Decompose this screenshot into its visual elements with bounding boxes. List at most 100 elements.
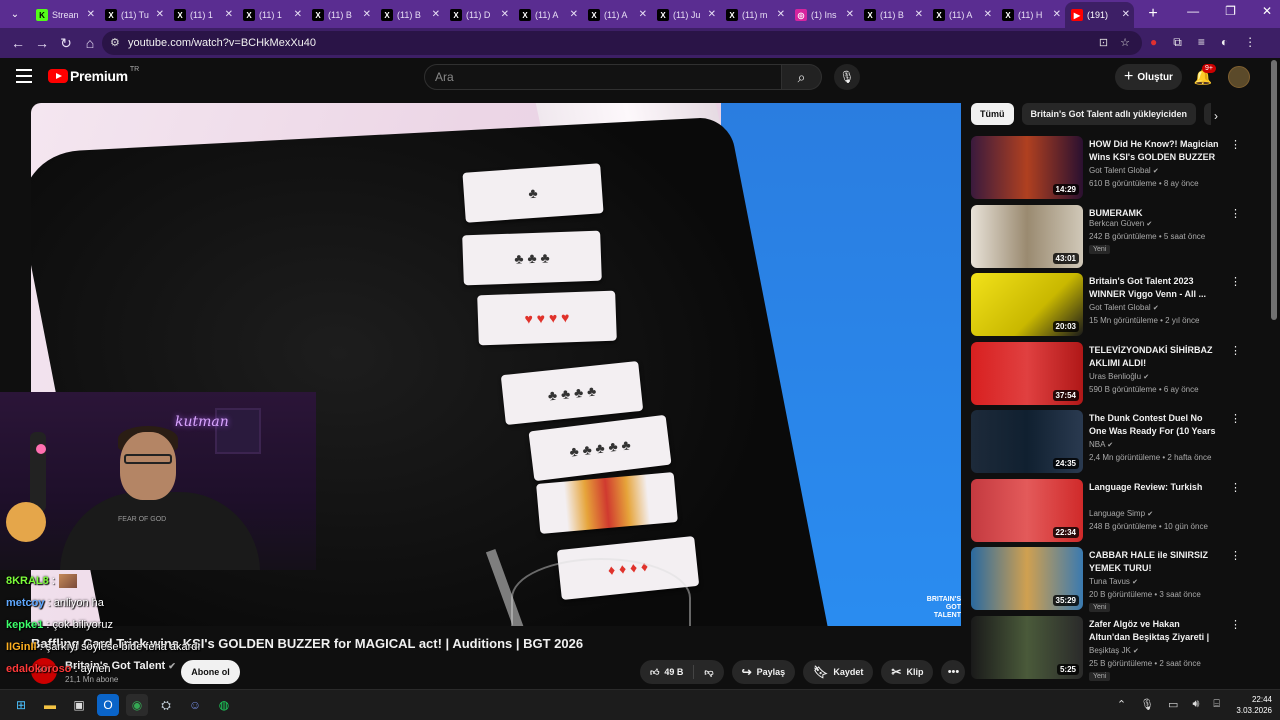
save-button[interactable]: 🔖︎ Kaydet (803, 660, 874, 684)
store-icon[interactable]: ▣ (68, 694, 90, 716)
browser-tab[interactable]: X (11) B ✕ (858, 2, 927, 28)
video-thumbnail[interactable]: 20:03 (971, 273, 1083, 336)
recommended-video-title[interactable]: The Dunk Contest Duel No One Was Ready F… (1089, 412, 1221, 438)
browser-tab[interactable]: X (11) A ✕ (513, 2, 582, 28)
tab-close-icon[interactable]: ✕ (156, 9, 164, 20)
recommended-video-title[interactable]: HOW Did He Know?! Magician Wins KSI's GO… (1089, 138, 1221, 164)
browser-tab[interactable]: X (11) m ✕ (720, 2, 789, 28)
chrome-icon[interactable]: ◉ (126, 694, 148, 716)
windows-start-icon[interactable]: ⊞ (10, 694, 32, 716)
taskbar-clock[interactable]: 22:44 3.03.2026 (1236, 694, 1272, 716)
browser-tab[interactable]: X (11) 1 ✕ (237, 2, 306, 28)
chat-username[interactable]: metcoy (6, 597, 45, 609)
tab-close-icon[interactable]: ✕ (294, 9, 302, 20)
recommended-video-title[interactable]: Language Review: Turkish (1089, 481, 1221, 494)
video-thumbnail[interactable]: 43:01 (971, 204, 1083, 268)
tab-close-icon[interactable]: ✕ (708, 9, 716, 20)
recommended-channel[interactable]: Beşiktaş JK ✔ (1089, 646, 1139, 655)
search-button[interactable]: ⌕ (782, 64, 822, 90)
recommended-video-title[interactable]: Zafer Algöz ve Hakan Altun'dan Beşiktaş … (1089, 618, 1221, 644)
video-thumbnail[interactable]: 14:29 (971, 136, 1083, 199)
recommended-video-title[interactable]: Britain's Got Talent 2023 WINNER Viggo V… (1089, 275, 1221, 301)
filter-chip[interactable]: Tümü (971, 103, 1014, 125)
like-button[interactable]: 👍︎ 49 B (640, 660, 693, 684)
browser-tab[interactable]: ◎ (1) Ins ✕ (789, 2, 858, 28)
tab-close-icon[interactable]: ✕ (501, 9, 509, 20)
recommended-channel[interactable]: Berkcan Güven ✔ (1089, 219, 1152, 228)
menu-icon[interactable] (16, 69, 32, 83)
recommended-channel[interactable]: NBA ✔ (1089, 440, 1113, 449)
reading-list-icon[interactable]: ≡ (1198, 35, 1205, 50)
video-thumbnail[interactable]: 35:29 (971, 547, 1083, 610)
recommended-channel[interactable]: Got Talent Global ✔ (1089, 166, 1159, 175)
tray-chevron-icon[interactable]: ⌃ (1117, 698, 1126, 711)
tab-close-icon[interactable]: ✕ (1122, 9, 1130, 20)
filter-chip[interactable]: İlgili (1204, 103, 1211, 125)
more-vertical-icon[interactable]: ⋮ (1230, 618, 1241, 631)
recommended-channel[interactable]: Uras Benlioğlu ✔ (1089, 372, 1149, 381)
browser-tab[interactable]: X (11) B ✕ (306, 2, 375, 28)
recommended-video[interactable]: 37:54 TELEVİZYONDAKİ SİHİRBAZ AKLIMI ALDI… (971, 341, 1246, 411)
browser-tab[interactable]: K Strean ✕ (30, 2, 99, 28)
recommended-video[interactable]: 24:35 The Dunk Contest Duel No One Was Re… (971, 410, 1246, 479)
clip-button[interactable]: ✂ Klip (881, 660, 934, 684)
close-window-icon[interactable]: ✕ (1262, 4, 1272, 18)
account-avatar[interactable] (1228, 66, 1250, 88)
video-thumbnail[interactable]: 37:54 (971, 341, 1083, 405)
chat-username[interactable]: 8KRAL8 (6, 575, 49, 587)
tab-close-icon[interactable]: ✕ (777, 9, 785, 20)
reload-icon[interactable]: ↻ (54, 31, 78, 55)
more-vertical-icon[interactable]: ⋮ (1230, 549, 1241, 562)
browser-tab[interactable]: X (11) A ✕ (927, 2, 996, 28)
browser-menu-icon[interactable]: ⋮ (1244, 35, 1256, 50)
recommended-channel[interactable]: Language Simp ✔ (1089, 509, 1153, 518)
site-settings-icon[interactable]: ⚙ (110, 36, 120, 49)
browser-tab[interactable]: X (11) A ✕ (582, 2, 651, 28)
more-vertical-icon[interactable]: ⋮ (1230, 344, 1241, 357)
browser-tab[interactable]: ▶ (191) ✕ (1065, 2, 1134, 28)
more-vertical-icon[interactable]: ⋮ (1230, 275, 1241, 288)
chat-username[interactable]: IIGinIl (6, 641, 37, 653)
bookmark-star-icon[interactable]: ☆ (1120, 36, 1130, 49)
extension-icon[interactable]: ● (1150, 35, 1157, 50)
tray-display-icon[interactable]: ▭ (1168, 698, 1178, 711)
install-app-icon[interactable]: ⊡ (1099, 36, 1108, 49)
tab-close-icon[interactable]: ✕ (915, 9, 923, 20)
discord-icon[interactable]: ☺ (184, 694, 206, 716)
search-input[interactable]: Ara (424, 64, 782, 90)
recommended-channel[interactable]: Got Talent Global ✔ (1089, 303, 1159, 312)
url-field[interactable]: ⚙ youtube.com/watch?v=BCHkMexXu40 ⊡ ☆ (102, 31, 1142, 55)
recommended-video[interactable]: 43:01 BUMERAMK Berkcan Güven ✔ 242 B görünt… (971, 204, 1246, 274)
back-icon[interactable]: ← (6, 31, 30, 55)
home-icon[interactable]: ⌂ (78, 31, 102, 55)
youtube-premium-logo[interactable]: Premium TR (48, 66, 139, 84)
more-vertical-icon[interactable]: ⋮ (1230, 481, 1241, 494)
page-scrollbar[interactable] (1271, 60, 1277, 320)
minimize-icon[interactable]: — (1187, 4, 1199, 18)
chat-username[interactable]: edalokoroso (6, 663, 71, 675)
video-thumbnail[interactable]: 24:35 (971, 410, 1083, 473)
more-actions-button[interactable]: ••• (941, 660, 966, 684)
share-button[interactable]: ↪ Paylaş (731, 660, 796, 684)
file-explorer-icon[interactable]: ▬ (39, 694, 61, 716)
more-vertical-icon[interactable]: ⋮ (1230, 207, 1241, 220)
recommended-video[interactable]: 20:03 Britain's Got Talent 2023 WINNER Vi… (971, 273, 1246, 342)
tab-close-icon[interactable]: ✕ (984, 9, 992, 20)
recommended-video-title[interactable]: CABBAR HALE ile SINIRSIZ YEMEK TURU! (1089, 549, 1221, 575)
video-thumbnail[interactable]: 22:34 (971, 478, 1083, 542)
tab-search-icon[interactable]: ⌄ (4, 3, 26, 25)
new-tab-button[interactable]: + (1142, 3, 1164, 25)
browser-tab[interactable]: X (11) B ✕ (375, 2, 444, 28)
recommended-video[interactable]: 14:29 HOW Did He Know?! Magician Wins KSI… (971, 136, 1246, 205)
tab-close-icon[interactable]: ✕ (639, 9, 647, 20)
steam-icon[interactable]: ⛭ (155, 694, 177, 716)
tray-network-icon[interactable]: ⌸ (1213, 698, 1220, 711)
tray-volume-icon[interactable]: 🔊︎ (1192, 698, 1199, 711)
chevron-right-icon[interactable]: › (1214, 109, 1218, 123)
video-thumbnail[interactable]: 5:25 (971, 615, 1083, 679)
more-vertical-icon[interactable]: ⋮ (1230, 138, 1241, 151)
more-vertical-icon[interactable]: ⋮ (1230, 412, 1241, 425)
chat-username[interactable]: kepke1 (6, 619, 43, 631)
browser-tab[interactable]: X (11) Ju ✕ (651, 2, 720, 28)
forward-icon[interactable]: → (30, 31, 54, 55)
